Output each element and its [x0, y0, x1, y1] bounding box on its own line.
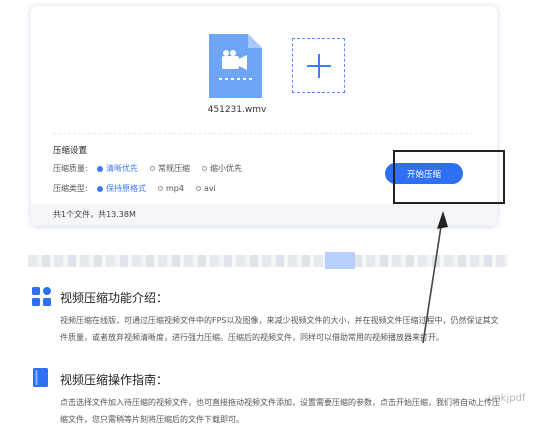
- annotation-arrow: [422, 211, 448, 344]
